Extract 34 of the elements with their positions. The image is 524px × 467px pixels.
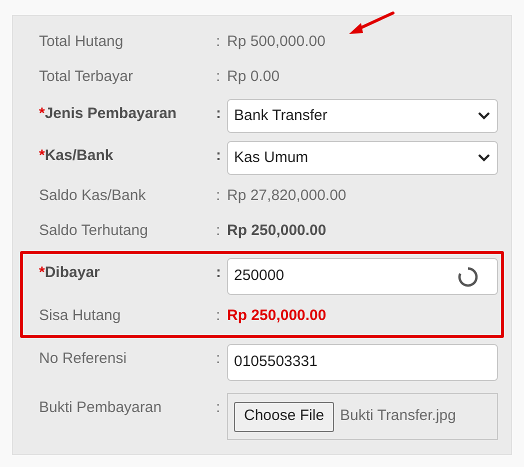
- colon-separator: :: [216, 399, 220, 416]
- field-label: *Kas/Bank: [39, 146, 114, 166]
- input-field[interactable]: 0105503331: [227, 344, 498, 381]
- field-label: Bukti Pembayaran: [39, 398, 163, 418]
- choose-file-button[interactable]: Choose File: [234, 402, 334, 432]
- colon-separator: :: [216, 105, 221, 122]
- colon-separator: :: [216, 264, 221, 281]
- field-value: Rp 250,000.00: [227, 222, 326, 240]
- colon-separator: :: [216, 147, 221, 164]
- field-label: Saldo Terhutang: [39, 221, 149, 242]
- chevron-down-icon: [477, 111, 491, 121]
- field-value: Rp 500,000.00: [227, 33, 326, 50]
- field-label: *Jenis Pembayaran: [39, 104, 178, 124]
- field-value: Rp 27,820,000.00: [227, 187, 346, 204]
- field-label: Sisa Hutang: [39, 306, 122, 326]
- colon-separator: :: [216, 222, 220, 240]
- colon-separator: :: [216, 33, 220, 50]
- select-field[interactable]: Kas Umum: [227, 141, 498, 175]
- colon-separator: :: [216, 187, 220, 204]
- field-value: Rp 250,000.00: [227, 307, 326, 324]
- field-label: *Dibayar: [39, 263, 101, 283]
- file-name: Bukti Transfer.jpg: [340, 406, 456, 426]
- file-field[interactable]: Choose File Bukti Transfer.jpg: [227, 393, 498, 440]
- select-field[interactable]: Bank Transfer: [227, 99, 498, 133]
- input-field[interactable]: 250000: [227, 258, 498, 295]
- field-value: Rp 0.00: [227, 68, 280, 86]
- field-label: Total Hutang: [39, 32, 124, 52]
- colon-separator: :: [216, 68, 220, 86]
- colon-separator: :: [216, 307, 220, 324]
- field-label: Total Terbayar: [39, 67, 134, 88]
- chevron-down-icon: [477, 153, 491, 163]
- colon-separator: :: [216, 350, 220, 367]
- field-label: Saldo Kas/Bank: [39, 186, 147, 206]
- field-label: No Referensi: [39, 349, 128, 369]
